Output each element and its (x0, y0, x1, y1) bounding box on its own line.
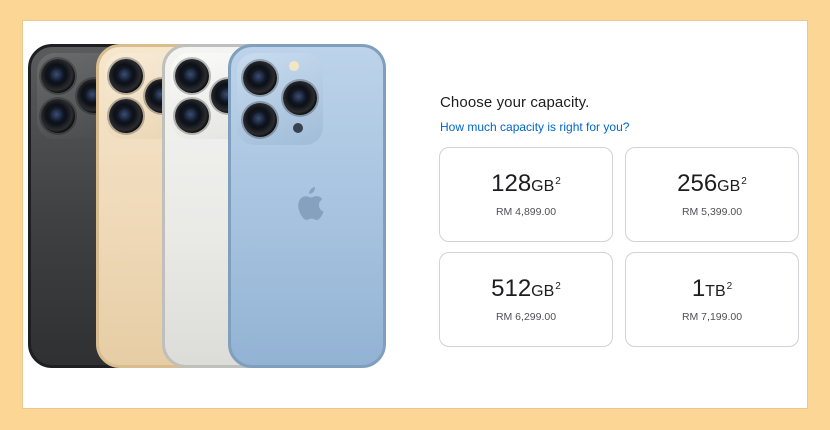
lidar-sensor-icon (293, 123, 303, 133)
capacity-option-1tb[interactable]: 1TB2 RM 7,199.00 (625, 252, 799, 347)
flash-icon (289, 61, 299, 71)
camera-lens-icon (283, 81, 317, 115)
camera-lens-icon (243, 103, 277, 137)
camera-lens-icon (243, 61, 277, 95)
capacity-price: RM 6,299.00 (495, 310, 557, 323)
capacity-price: RM 4,899.00 (495, 205, 557, 218)
capacity-label: 128GB2 (491, 169, 561, 197)
phone-sierra-blue (228, 44, 386, 368)
camera-lens-icon (41, 59, 75, 93)
capacity-option-512gb[interactable]: 512GB2 RM 6,299.00 (439, 252, 613, 347)
capacity-label: 512GB2 (491, 274, 561, 302)
camera-lens-icon (175, 59, 209, 93)
capacity-label: 256GB2 (677, 169, 747, 197)
page-title: Choose your capacity. (440, 94, 590, 111)
capacity-option-256gb[interactable]: 256GB2 RM 5,399.00 (625, 147, 799, 242)
capacity-option-128gb[interactable]: 128GB2 RM 4,899.00 (439, 147, 613, 242)
camera-lens-icon (109, 99, 143, 133)
camera-lens-icon (41, 99, 75, 133)
camera-lens-icon (175, 99, 209, 133)
capacity-price: RM 7,199.00 (681, 310, 743, 323)
product-image-iphone-colors (28, 44, 388, 369)
capacity-price: RM 5,399.00 (681, 205, 743, 218)
capacity-label: 1TB2 (691, 274, 733, 302)
apple-logo-icon (298, 187, 324, 220)
camera-lens-icon (109, 59, 143, 93)
capacity-help-link[interactable]: How much capacity is right for you? (440, 120, 629, 134)
camera-module (237, 53, 323, 145)
